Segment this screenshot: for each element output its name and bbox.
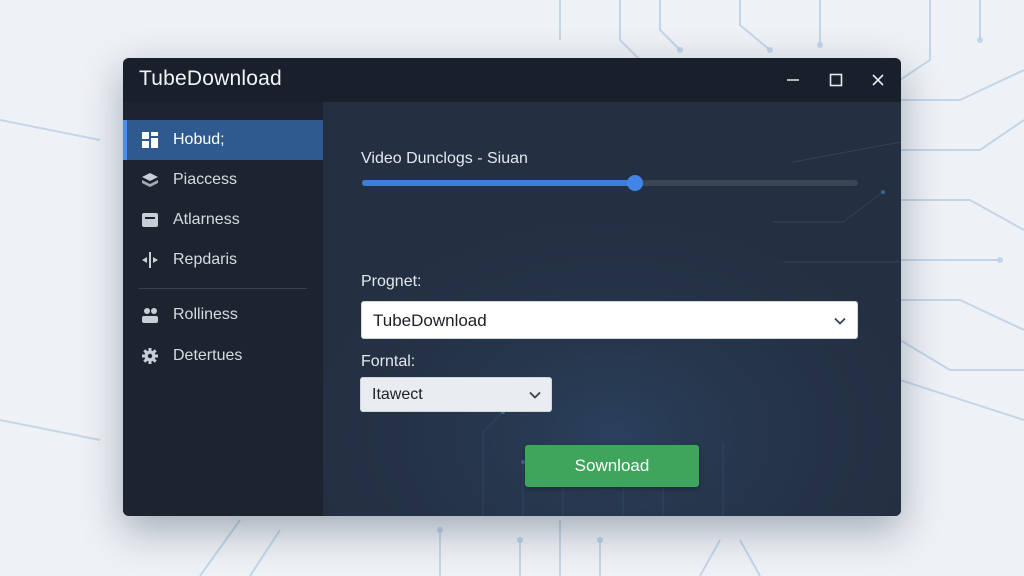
maximize-icon <box>829 73 843 87</box>
project-dropdown[interactable]: TubeDownload <box>361 301 858 339</box>
users-icon <box>142 308 158 323</box>
sidebar-item-label: Hobud; <box>173 131 225 148</box>
chevron-down-icon <box>529 391 541 399</box>
progress-fill <box>362 180 635 186</box>
sidebar-item-label: Repdaris <box>173 251 238 268</box>
download-button[interactable]: Sownload <box>525 445 699 487</box>
close-icon <box>872 74 884 86</box>
inbox-tray-icon <box>142 213 158 227</box>
app-window: TubeDownload Hobud; Piaccess Atlarness R… <box>123 58 901 516</box>
chevron-down-icon <box>834 317 846 325</box>
sidebar-item-repdaris[interactable]: Repdaris <box>123 240 323 280</box>
sidebar-item-rolliness[interactable]: Rolliness <box>123 295 323 335</box>
progress-label: Video Dunclogs - Siuan <box>361 150 528 167</box>
download-progress-bar[interactable] <box>362 175 858 191</box>
project-label: Prognet: <box>361 273 422 290</box>
close-button[interactable] <box>863 66 893 94</box>
app-title: TubeDownload <box>139 67 282 90</box>
sidebar-item-label: Detertues <box>173 347 243 364</box>
sidebar-item-label: Piaccess <box>173 171 238 188</box>
sidebar-item-hobud[interactable]: Hobud; <box>123 120 323 160</box>
minimize-icon <box>787 79 799 81</box>
stack-layers-icon <box>142 173 158 187</box>
sidebar-divider <box>139 288 307 289</box>
minimize-button[interactable] <box>778 66 808 94</box>
main-panel: Video Dunclogs - Siuan Prognet: TubeDown… <box>323 102 901 516</box>
format-selected-value: Itawect <box>372 386 423 403</box>
sidebar-item-atlarness[interactable]: Atlarness <box>123 200 323 240</box>
sidebar: Hobud; Piaccess Atlarness Repdaris Rolli… <box>123 102 323 516</box>
arrows-split-icon <box>142 252 158 268</box>
dashboard-grid-icon <box>142 132 158 148</box>
format-dropdown[interactable]: Itawect <box>360 377 552 412</box>
title-bar[interactable]: TubeDownload <box>123 58 901 102</box>
sidebar-item-piaccess[interactable]: Piaccess <box>123 160 323 200</box>
project-selected-value: TubeDownload <box>373 311 487 330</box>
sidebar-item-label: Atlarness <box>173 211 240 228</box>
sidebar-item-detertues[interactable]: Detertues <box>123 336 323 376</box>
sidebar-item-label: Rolliness <box>173 306 238 323</box>
maximize-button[interactable] <box>821 66 851 94</box>
gear-icon <box>142 348 158 364</box>
format-label: Forntal: <box>361 353 416 370</box>
progress-handle[interactable] <box>626 175 643 191</box>
